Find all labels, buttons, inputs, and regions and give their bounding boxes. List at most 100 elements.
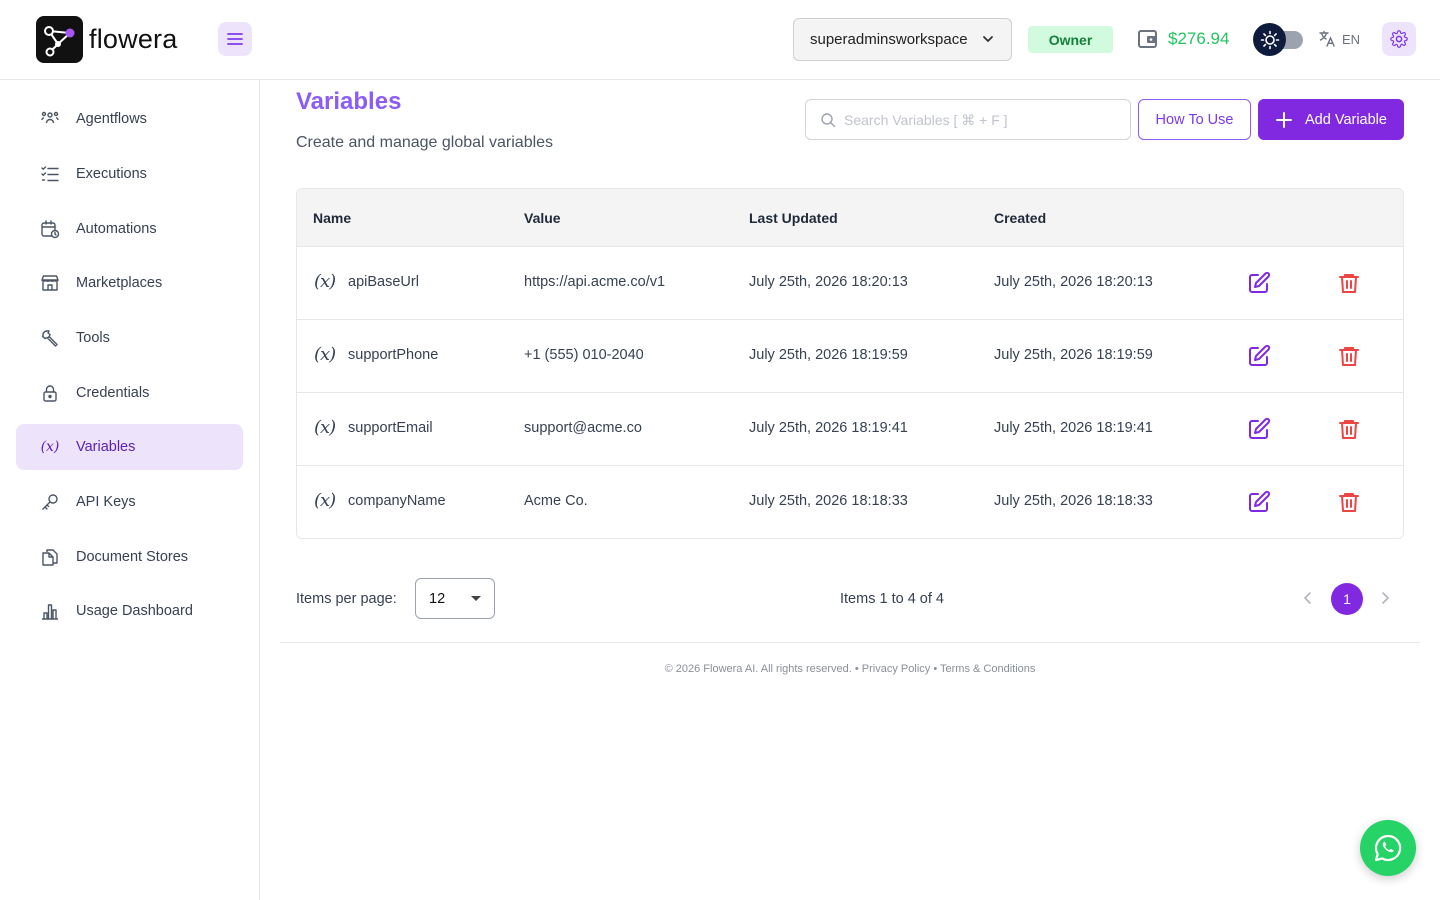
wallet-icon (1138, 30, 1157, 48)
variable-name: supportEmail (348, 420, 433, 436)
footer-divider (280, 642, 1420, 643)
variable-value: +1 (555) 010-2040 (524, 347, 644, 363)
variable-icon: (x) (314, 490, 336, 511)
whatsapp-icon (1374, 834, 1402, 862)
workspace-select[interactable]: superadminsworkspace (793, 18, 1012, 61)
search-icon (821, 112, 836, 127)
items-per-page-label: Items per page: (296, 591, 397, 607)
column-header-value[interactable]: Value (524, 210, 561, 226)
trash-icon[interactable] (1337, 490, 1361, 514)
gear-icon (1390, 30, 1408, 48)
variable-created: July 25th, 2026 18:19:41 (994, 420, 1153, 436)
table-row: (x) supportPhone +1 (555) 010-2040 July … (297, 320, 1403, 393)
language-code: EN (1342, 31, 1361, 47)
sidebar-item-executions[interactable]: Executions (16, 151, 243, 197)
page-button-current[interactable]: 1 (1331, 583, 1363, 615)
variable-icon: (x) (40, 439, 60, 455)
variable-value: Acme Co. (524, 493, 588, 509)
trash-icon[interactable] (1337, 417, 1361, 441)
variable-created: July 25th, 2026 18:19:59 (994, 347, 1153, 363)
sidebar-item-marketplaces[interactable]: Marketplaces (16, 260, 243, 306)
wallet-balance: $276.94 (1168, 29, 1230, 48)
sidebar-item-label: Credentials (76, 385, 150, 401)
translate-icon (1319, 30, 1335, 47)
brand-name: flowera (89, 24, 178, 54)
column-header-created[interactable]: Created (994, 210, 1046, 226)
add-variable-button[interactable]: Add Variable (1258, 99, 1404, 140)
whatsapp-chat-button[interactable] (1360, 820, 1416, 876)
settings-button[interactable] (1382, 22, 1416, 56)
page-title: Variables (296, 88, 402, 115)
sidebar-item-agentflows[interactable]: Agentflows (16, 96, 243, 142)
search-input[interactable] (844, 111, 1124, 128)
variable-icon: (x) (314, 271, 336, 292)
agentflows-icon (40, 109, 60, 129)
variable-name: supportPhone (348, 347, 439, 363)
variable-updated: July 25th, 2026 18:19:59 (749, 347, 908, 363)
edit-icon[interactable] (1247, 344, 1271, 368)
sidebar-item-tools[interactable]: Tools (16, 315, 243, 361)
variable-name: apiBaseUrl (348, 274, 419, 290)
hamburger-icon (227, 33, 243, 45)
trash-icon[interactable] (1337, 271, 1361, 295)
sidebar-item-document-stores[interactable]: Document Stores (16, 534, 243, 580)
caret-down-icon (471, 596, 481, 601)
menu-toggle-button[interactable] (218, 22, 252, 56)
edit-icon[interactable] (1247, 417, 1271, 441)
variable-icon: (x) (314, 417, 336, 438)
search-box[interactable] (805, 99, 1131, 140)
sidebar-item-label: Document Stores (76, 549, 189, 565)
variable-updated: July 25th, 2026 18:18:33 (749, 493, 908, 509)
variable-name: companyName (348, 493, 446, 509)
toggle-knob (1253, 23, 1286, 56)
chevron-right-icon[interactable] (1378, 590, 1392, 606)
lock-icon (40, 383, 60, 403)
store-icon (40, 273, 60, 293)
tool-icon (40, 328, 60, 348)
items-summary: Items 1 to 4 of 4 (840, 591, 944, 607)
variable-updated: July 25th, 2026 18:20:13 (749, 274, 908, 290)
language-selector[interactable]: EN (1318, 30, 1360, 48)
sidebar-item-label: Marketplaces (76, 275, 163, 291)
table-row: (x) supportEmail support@acme.co July 25… (297, 393, 1403, 466)
edit-icon[interactable] (1247, 490, 1271, 514)
table-row: (x) companyName Acme Co. July 25th, 2026… (297, 466, 1403, 538)
variable-created: July 25th, 2026 18:18:33 (994, 493, 1153, 509)
logo-icon (36, 16, 83, 63)
sun-icon (1260, 30, 1279, 49)
sidebar-item-automations[interactable]: Automations (16, 206, 243, 252)
sidebar-item-label: Agentflows (76, 111, 147, 127)
sidebar-item-credentials[interactable]: Credentials (16, 370, 243, 416)
sidebar-item-label: Tools (76, 330, 110, 346)
trash-icon[interactable] (1337, 344, 1361, 368)
variable-value: support@acme.co (524, 420, 642, 436)
sidebar-item-label: Usage Dashboard (76, 603, 193, 619)
chevron-left-icon[interactable] (1301, 590, 1315, 606)
plus-icon (1276, 111, 1293, 128)
column-header-name[interactable]: Name (313, 210, 351, 226)
executions-icon (40, 164, 60, 184)
sidebar-item-label: Variables (76, 439, 136, 455)
sidebar-item-variables[interactable]: (x) Variables (16, 424, 243, 470)
sidebar-item-usage-dashboard[interactable]: Usage Dashboard (16, 588, 243, 634)
chart-icon (40, 601, 60, 621)
items-per-page-select[interactable]: 12 (415, 578, 495, 619)
column-header-last-updated[interactable]: Last Updated (749, 210, 838, 226)
theme-toggle[interactable] (1253, 23, 1303, 56)
edit-icon[interactable] (1247, 271, 1271, 295)
variable-updated: July 25th, 2026 18:19:41 (749, 420, 908, 436)
table-row: (x) apiBaseUrl https://api.acme.co/v1 Ju… (297, 247, 1403, 320)
items-per-page-value: 12 (429, 590, 446, 607)
sidebar-item-api-keys[interactable]: API Keys (16, 479, 243, 525)
brand-logo[interactable]: flowera (36, 16, 177, 63)
sidebar: Agentflows Executions Automations Market… (0, 80, 260, 900)
sidebar-item-label: Automations (76, 221, 157, 237)
footer-text: © 2026 Flowera AI. All rights reserved. … (664, 663, 1036, 675)
key-icon (40, 492, 60, 512)
role-badge: Owner (1028, 26, 1113, 53)
how-to-use-button[interactable]: How To Use (1138, 99, 1251, 140)
table-header: Name Value Last Updated Created (297, 189, 1403, 247)
variable-icon: (x) (314, 344, 336, 365)
sidebar-item-label: API Keys (76, 494, 136, 510)
page-subtitle: Create and manage global variables (296, 134, 554, 151)
